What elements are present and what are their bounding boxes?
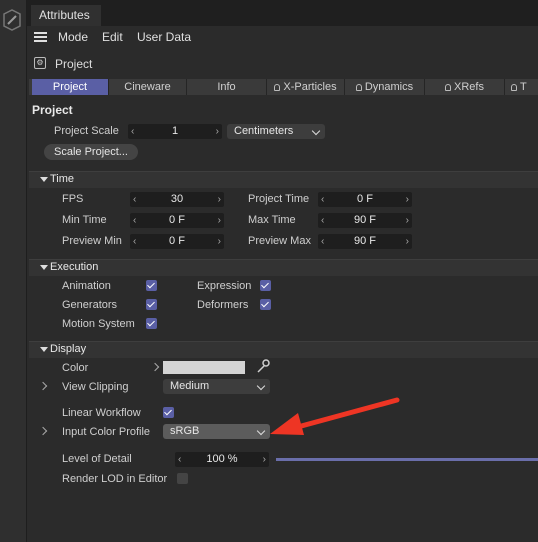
project-scale-field[interactable]: ‹ 1 › <box>128 124 222 139</box>
menu-mode[interactable]: Mode <box>58 30 88 44</box>
object-name: Project <box>55 57 93 71</box>
annotation-arrow-icon <box>270 397 400 435</box>
min-time-field[interactable]: ‹ 0 F › <box>130 213 224 228</box>
object-row: ⚙ Project <box>27 52 538 76</box>
section-execution[interactable]: Execution <box>29 259 538 276</box>
animation-checkbox[interactable] <box>146 280 157 291</box>
expression-checkbox[interactable] <box>260 280 271 291</box>
section-display[interactable]: Display <box>29 341 538 358</box>
max-time-field[interactable]: ‹ 90 F › <box>318 213 412 228</box>
fps-label: FPS <box>62 193 84 205</box>
render-lod-label: Render LOD in Editor <box>62 473 168 485</box>
deformers-label: Deformers <box>197 299 249 311</box>
motion-system-label: Motion System <box>62 318 135 330</box>
project-scale-unit-dropdown[interactable]: Centimeters <box>227 124 325 139</box>
expand-chevron-icon[interactable] <box>150 362 160 372</box>
motion-system-checkbox[interactable] <box>146 318 157 329</box>
input-color-profile-dropdown[interactable]: sRGB <box>163 424 270 439</box>
attributes-header: Attributes <box>27 0 538 26</box>
input-color-profile-label: Input Color Profile <box>62 426 151 438</box>
expand-chevron-icon[interactable] <box>38 381 48 391</box>
pen-tool-icon[interactable] <box>2 8 22 32</box>
left-tool-strip <box>0 0 27 542</box>
animation-label: Animation <box>62 280 111 292</box>
generators-checkbox[interactable] <box>146 299 157 310</box>
menu-edit[interactable]: Edit <box>102 30 123 44</box>
scale-project-button[interactable]: Scale Project... <box>44 144 138 160</box>
chevron-down-icon <box>256 381 266 391</box>
view-clipping-dropdown[interactable]: Medium <box>163 379 270 394</box>
collapse-triangle-icon <box>40 177 48 182</box>
attributes-tab[interactable]: Attributes <box>31 5 101 26</box>
tab-dynamics[interactable]: Dynamics <box>345 79 425 95</box>
tab-x-particles[interactable]: X-Particles <box>267 79 345 95</box>
project-time-label: Project Time <box>248 193 310 205</box>
collapse-triangle-icon <box>40 347 48 352</box>
preview-max-field[interactable]: ‹ 90 F › <box>318 234 412 249</box>
increment-icon[interactable]: › <box>216 124 219 139</box>
level-of-detail-field[interactable]: ‹ 100 % › <box>175 452 269 467</box>
color-swatch[interactable] <box>163 361 245 374</box>
expand-chevron-icon[interactable] <box>38 426 48 436</box>
max-time-label: Max Time <box>248 214 296 226</box>
lock-icon <box>274 84 281 91</box>
preview-max-label: Preview Max <box>248 235 311 247</box>
project-time-field[interactable]: ‹ 0 F › <box>318 192 412 207</box>
render-lod-checkbox[interactable] <box>177 473 188 484</box>
lock-icon <box>355 84 362 91</box>
color-label: Color <box>62 362 89 374</box>
project-icon: ⚙ <box>34 57 46 69</box>
preview-min-field[interactable]: ‹ 0 F › <box>130 234 224 249</box>
view-clipping-label: View Clipping <box>62 381 129 393</box>
level-of-detail-label: Level of Detail <box>62 453 132 465</box>
expression-label: Expression <box>197 280 252 292</box>
menu-bar: Mode Edit User Data <box>27 26 538 50</box>
min-time-label: Min Time <box>62 214 107 226</box>
linear-workflow-checkbox[interactable] <box>163 407 174 418</box>
eyedropper-icon[interactable] <box>256 358 270 374</box>
project-scale-label: Project Scale <box>54 125 119 137</box>
hamburger-menu-icon[interactable] <box>34 32 47 43</box>
level-of-detail-slider[interactable] <box>276 458 538 461</box>
deformers-checkbox[interactable] <box>260 299 271 310</box>
chevron-down-icon <box>311 126 321 136</box>
lock-icon <box>445 84 452 91</box>
project-heading: Project <box>32 103 73 117</box>
tab-overflow[interactable]: T <box>505 79 538 95</box>
tab-project[interactable]: Project <box>32 79 109 95</box>
tab-info[interactable]: Info <box>187 79 267 95</box>
tab-cineware[interactable]: Cineware <box>109 79 187 95</box>
preview-min-label: Preview Min <box>62 235 122 247</box>
fps-field[interactable]: ‹ 30 › <box>130 192 224 207</box>
menu-user-data[interactable]: User Data <box>137 30 191 44</box>
section-time[interactable]: Time <box>29 171 538 188</box>
tab-bar: Project Cineware Info X-Particles Dynami… <box>29 79 538 95</box>
collapse-triangle-icon <box>40 265 48 270</box>
decrement-icon[interactable]: ‹ <box>131 124 134 139</box>
generators-label: Generators <box>62 299 118 311</box>
linear-workflow-label: Linear Workflow <box>62 407 141 419</box>
lock-icon <box>511 84 517 91</box>
tab-xrefs[interactable]: XRefs <box>425 79 505 95</box>
